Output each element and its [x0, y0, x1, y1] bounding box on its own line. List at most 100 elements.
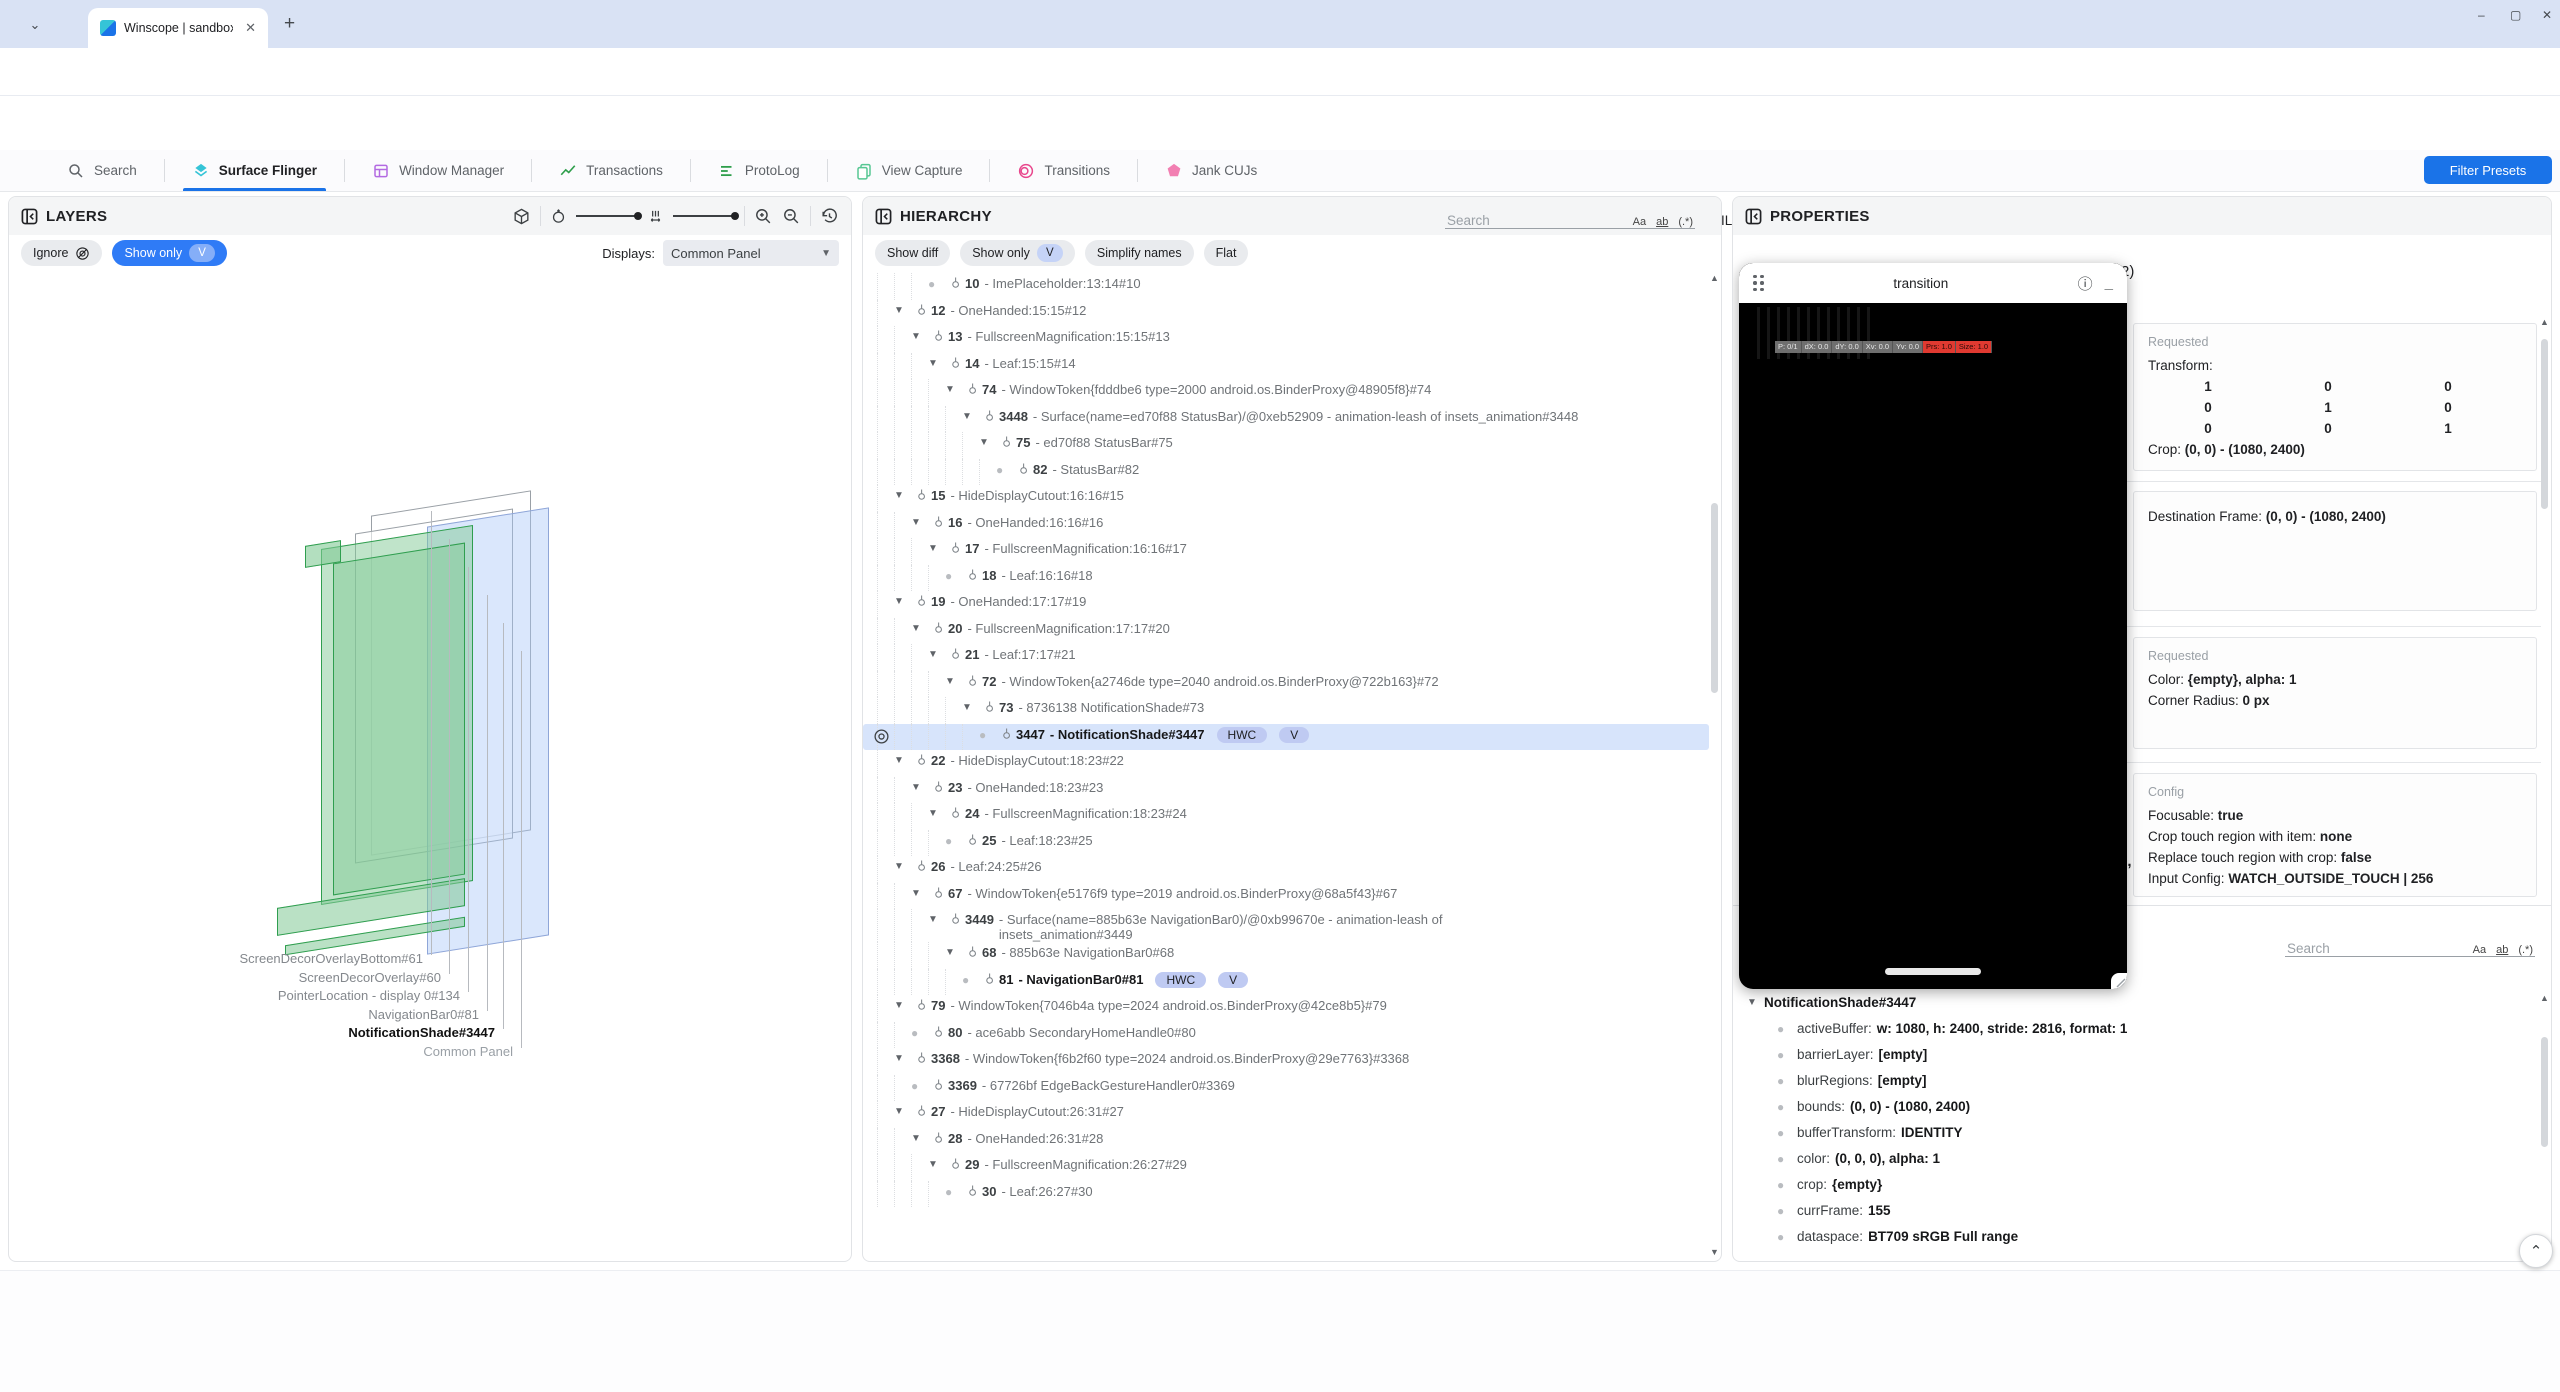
tab-protolog[interactable]: ProtoLog	[691, 150, 827, 191]
hierarchy-node[interactable]: ▼⚲3449- Surface(name=885b63e NavigationB…	[863, 909, 1709, 942]
pin-icon[interactable]: ⚲	[945, 912, 960, 928]
chip-show-diff[interactable]: Show diff	[875, 240, 950, 266]
filter-presets-button[interactable]: Filter Presets	[2424, 156, 2552, 184]
pin-icon[interactable]: ⚲	[962, 833, 977, 849]
property-item[interactable]: ●dataspace:BT709 sRGB Full range	[1733, 1223, 2537, 1249]
pin-icon[interactable]: ⚲	[928, 1078, 943, 1094]
info-icon[interactable]: ⓘ	[2078, 273, 2093, 294]
pin-icon[interactable]: ⚲	[945, 276, 960, 292]
pin-icon[interactable]: ⚲	[911, 1104, 926, 1120]
match-word-icon[interactable]: ab	[1656, 216, 1668, 228]
hierarchy-node[interactable]: ▼⚲14- Leaf:15:15#14	[863, 353, 1709, 380]
hierarchy-node[interactable]: ▼⚲19- OneHanded:17:17#19	[863, 591, 1709, 618]
spacing-slider[interactable]	[673, 215, 735, 217]
pin-icon[interactable]: ⚲	[928, 1025, 943, 1041]
expand-arrow-icon[interactable]: ▼	[911, 780, 928, 793]
expand-arrow-icon[interactable]: ▼	[928, 1157, 945, 1170]
pin-icon[interactable]: ⚲	[928, 621, 943, 637]
tab-jank-cujs[interactable]: Jank CUJs	[1138, 150, 1284, 191]
spacing-icon[interactable]	[647, 208, 664, 225]
pin-icon[interactable]: ⚲	[911, 998, 926, 1014]
property-item[interactable]: ●blurRegions:[empty]	[1733, 1067, 2537, 1093]
rotation-slider[interactable]	[576, 215, 638, 217]
expand-arrow-icon[interactable]: ▼	[911, 621, 928, 634]
pin-icon[interactable]: ⚲	[996, 727, 1011, 743]
tab-view-capture[interactable]: View Capture	[828, 150, 990, 191]
layers-3d-canvas[interactable]: ScreenDecorOverlayBottom#61ScreenDecorOv…	[9, 271, 851, 1261]
collapse-panel-icon[interactable]	[1745, 208, 1762, 225]
ignore-chip[interactable]: Ignore	[21, 240, 102, 266]
match-case-icon[interactable]: Aa	[2473, 944, 2486, 956]
pin-icon[interactable]: ⚲	[911, 753, 926, 769]
expand-arrow-icon[interactable]: ▼	[894, 859, 911, 872]
hierarchy-node[interactable]: ▼⚲79- WindowToken{7046b4a type=2024 andr…	[863, 995, 1709, 1022]
browser-tab[interactable]: Winscope | sandbox-FAIL ✕	[88, 8, 268, 48]
expand-arrow-icon[interactable]: ▼	[894, 1104, 911, 1117]
minimize-window-icon[interactable]: _	[2105, 275, 2113, 292]
visibility-eye-icon[interactable]	[873, 728, 890, 745]
transition-screenshot-window[interactable]: transition ⓘ _ P: 0/1dX: 0.0dY: 0.0Xv: 0…	[1739, 263, 2127, 989]
property-item[interactable]: ●bounds:(0, 0) - (1080, 2400)	[1733, 1093, 2537, 1119]
expand-arrow-icon[interactable]: ▼	[911, 515, 928, 528]
pin-icon[interactable]: ⚲	[911, 1051, 926, 1067]
hierarchy-node[interactable]: ▼⚲67- WindowToken{e5176f9 type=2019 andr…	[863, 883, 1709, 910]
properties-search-input[interactable]: Search Aa ab (.*)	[2285, 931, 2535, 957]
layer-label[interactable]: NavigationBar0#81	[368, 1007, 479, 1022]
hierarchy-node[interactable]: ●⚲10- ImePlaceholder:13:14#10	[863, 273, 1709, 300]
hierarchy-node[interactable]: ▼⚲23- OneHanded:18:23#23	[863, 777, 1709, 804]
tab-transitions[interactable]: Transitions	[990, 150, 1137, 191]
match-word-icon[interactable]: ab	[2496, 944, 2508, 956]
tab-close-icon[interactable]: ✕	[241, 18, 260, 38]
hierarchy-scrollbar[interactable]: ▲ ▼	[1709, 273, 1720, 1257]
pin-icon[interactable]: ⚲	[945, 541, 960, 557]
hierarchy-node[interactable]: ▼⚲29- FullscreenMagnification:26:27#29	[863, 1154, 1709, 1181]
collapse-panel-icon[interactable]	[21, 208, 38, 225]
expand-arrow-icon[interactable]: ▼	[911, 886, 928, 899]
hierarchy-node[interactable]: ▼⚲3448- Surface(name=ed70f88 StatusBar)/…	[863, 406, 1709, 433]
tab-window-manager[interactable]: Window Manager	[345, 150, 531, 191]
expand-arrow-icon[interactable]: ▼	[928, 356, 945, 369]
pin-icon[interactable]: ⚲	[928, 515, 943, 531]
pin-icon[interactable]: ⚲	[1013, 462, 1028, 478]
property-item[interactable]: ●currFrame:155	[1733, 1197, 2537, 1223]
pin-icon[interactable]: ⚲	[928, 780, 943, 796]
hierarchy-node[interactable]: ●⚲25- Leaf:18:23#25	[863, 830, 1709, 857]
property-root-node[interactable]: ▼NotificationShade#3447	[1733, 989, 2537, 1015]
layer-label[interactable]: PointerLocation - display 0#134	[278, 988, 460, 1003]
hierarchy-node[interactable]: ▼⚲13- FullscreenMagnification:15:15#13	[863, 326, 1709, 353]
hierarchy-node[interactable]: ▼⚲26- Leaf:24:25#26	[863, 856, 1709, 883]
pin-icon[interactable]: ⚲	[962, 382, 977, 398]
hierarchy-node[interactable]: ●⚲81- NavigationBar0#81HWCV	[863, 969, 1709, 996]
pin-icon[interactable]: ⚲	[962, 1184, 977, 1200]
collapse-panel-icon[interactable]	[875, 208, 892, 225]
hierarchy-node[interactable]: ▼⚲16- OneHanded:16:16#16	[863, 512, 1709, 539]
expand-arrow-icon[interactable]: ▼	[894, 1051, 911, 1064]
tab-search-chevron-icon[interactable]: ⌄	[22, 12, 48, 38]
hierarchy-node[interactable]: ▼⚲68- 885b63e NavigationBar0#68	[863, 942, 1709, 969]
expand-arrow-icon[interactable]: ▼	[894, 753, 911, 766]
pin-icon[interactable]: ⚲	[945, 1157, 960, 1173]
pin-icon[interactable]: ⚲	[962, 674, 977, 690]
layer-label[interactable]: NotificationShade#3447	[348, 1025, 495, 1040]
expand-arrow-icon[interactable]: ▼	[962, 409, 979, 422]
zoom-in-icon[interactable]	[754, 207, 773, 226]
chip-flat[interactable]: Flat	[1204, 240, 1249, 266]
expand-arrow-icon[interactable]: ▼	[894, 594, 911, 607]
expand-arrow-icon[interactable]: ▼	[945, 945, 962, 958]
expand-arrow-icon[interactable]: ▼	[945, 382, 962, 395]
tab-search[interactable]: Search	[40, 150, 164, 191]
pin-icon[interactable]: ⚲	[945, 647, 960, 663]
hierarchy-search-input[interactable]: Search Aa ab (.*)	[1445, 203, 1695, 229]
property-item[interactable]: ●crop:{empty}	[1733, 1171, 2537, 1197]
hierarchy-node[interactable]: ▼⚲27- HideDisplayCutout:26:31#27	[863, 1101, 1709, 1128]
cube-3d-icon[interactable]	[512, 207, 531, 226]
hierarchy-node[interactable]: ▼⚲20- FullscreenMagnification:17:17#20	[863, 618, 1709, 645]
resize-handle[interactable]	[2111, 973, 2127, 989]
pin-icon[interactable]: ⚲	[996, 435, 1011, 451]
property-tree-scrollbar[interactable]: ▲	[2539, 993, 2550, 1255]
expand-arrow-icon[interactable]: ▼	[928, 647, 945, 660]
expand-arrow-icon[interactable]: ▼	[962, 700, 979, 713]
hierarchy-node[interactable]: ▼⚲22- HideDisplayCutout:18:23#22	[863, 750, 1709, 777]
layer-label[interactable]: ScreenDecorOverlay#60	[299, 970, 441, 985]
window-close-icon[interactable]: ✕	[2542, 8, 2552, 22]
